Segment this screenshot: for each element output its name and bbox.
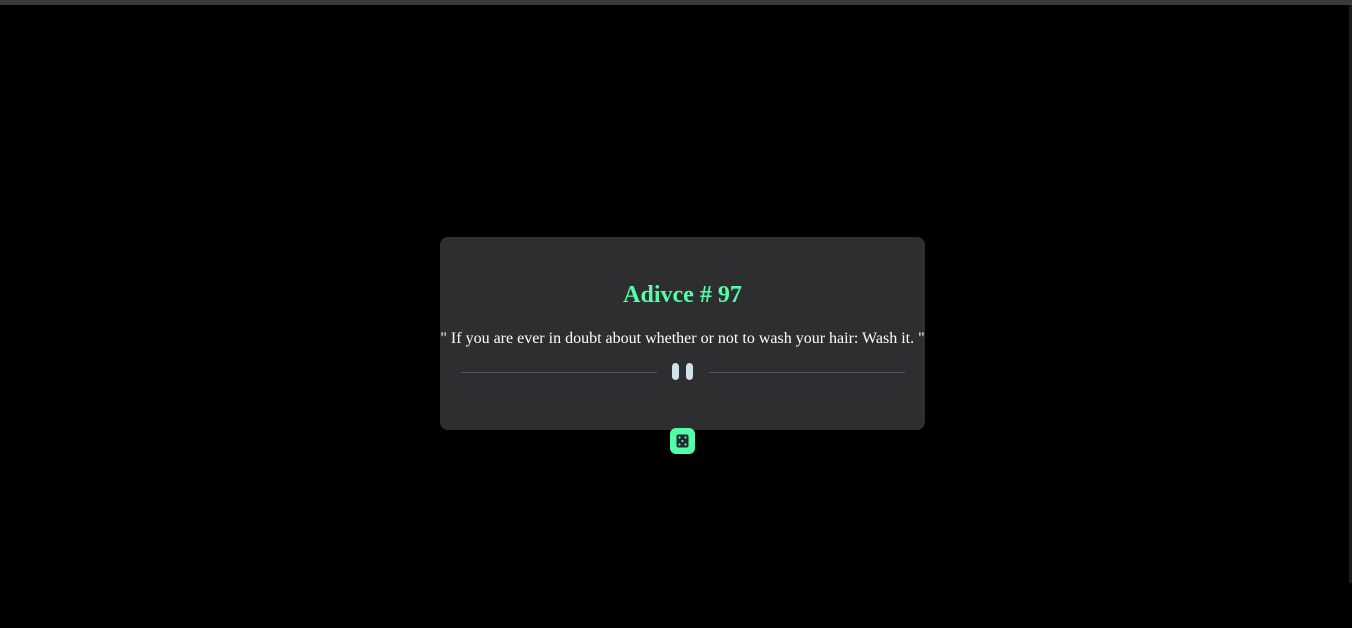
dice-button[interactable] [670,428,695,454]
dice-icon [676,434,689,448]
divider-line-left [461,372,657,373]
divider-line-right [709,372,905,373]
advice-quote: " If you are ever in doubt about whether… [440,330,925,347]
advice-title: Adivce # 97 [623,282,742,308]
pause-bar-right [686,363,693,380]
pause-icon [672,363,694,381]
pause-bar-left [672,363,679,380]
browser-top-bar [0,0,1352,5]
